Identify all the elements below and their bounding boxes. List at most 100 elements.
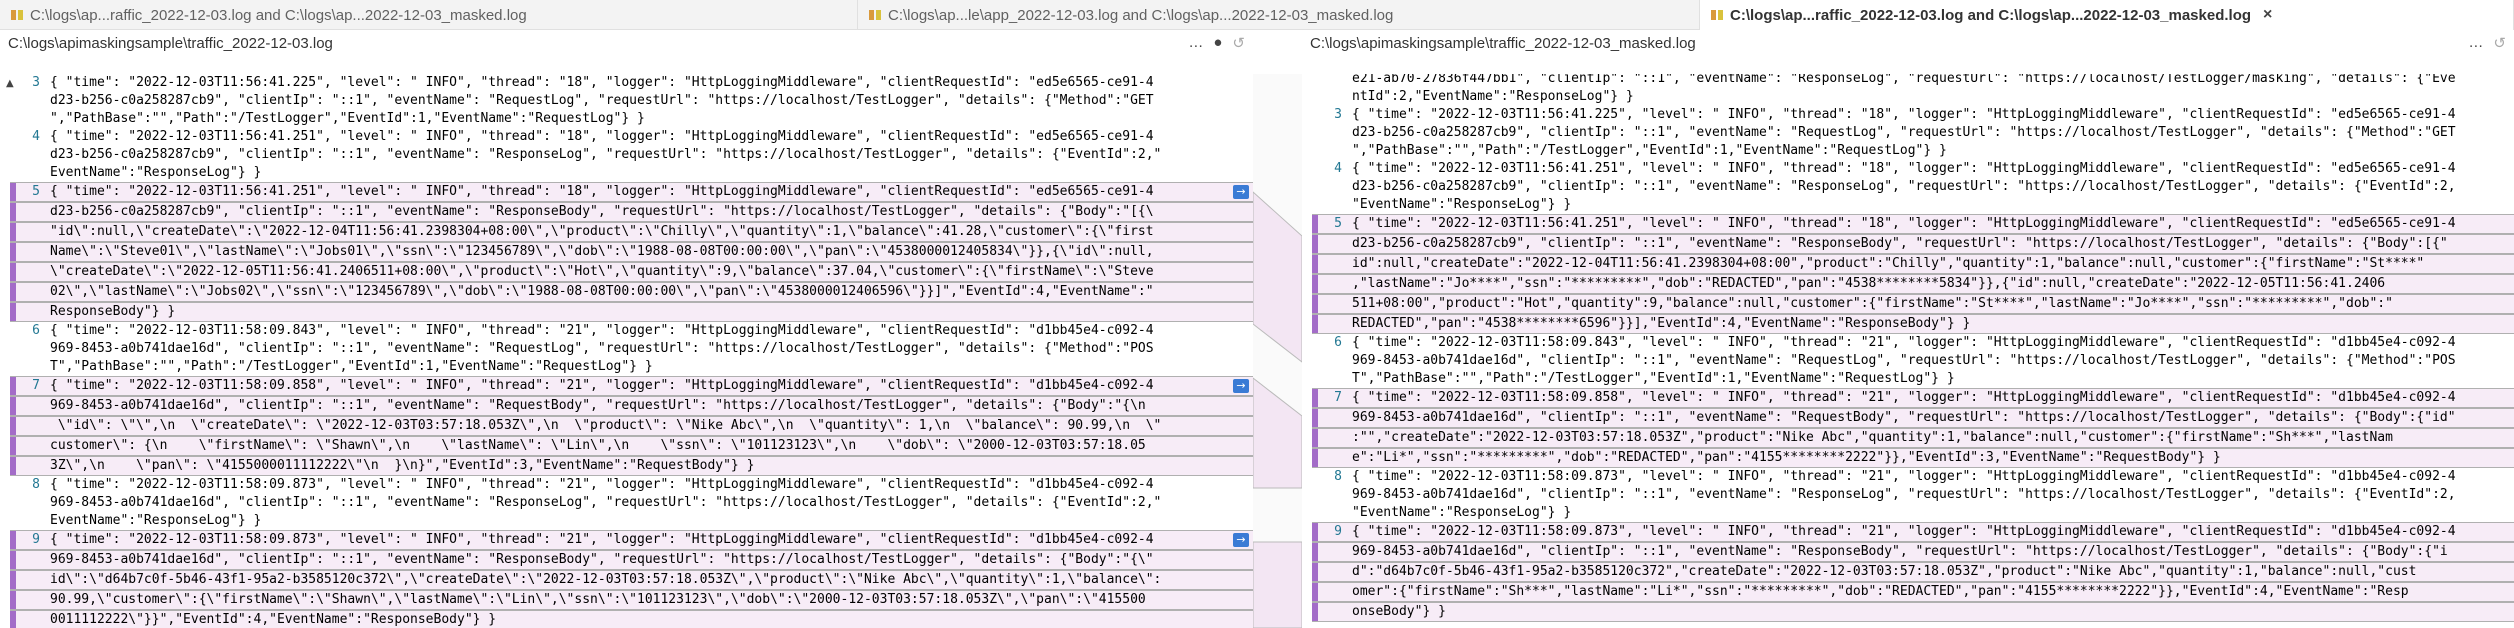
- copy-right-arrow-icon[interactable]: →: [1233, 379, 1249, 393]
- line-text: d":"d64b7c0f-5b46-43f1-95a2-b3585120c372…: [1352, 564, 2417, 579]
- more-actions-icon[interactable]: …: [1188, 34, 1203, 52]
- code-line[interactable]: "id\":null,\"createDate\":\"2022-12-04T1…: [10, 222, 1253, 242]
- code-line[interactable]: 0011112222\"}}","EventId":4,"EventName":…: [10, 610, 1253, 628]
- line-number: 3: [1334, 107, 1342, 122]
- copy-right-arrow-icon[interactable]: →: [1233, 533, 1249, 547]
- code-line[interactable]: 02\",\"lastName\":\"Jobs02\",\"ssn\":\"1…: [10, 282, 1253, 302]
- code-line[interactable]: d23-b256-c0a258287cb9", "clientIp": "::1…: [1312, 178, 2514, 196]
- code-line[interactable]: 969-8453-a0b741dae16d", "clientIp": "::1…: [10, 550, 1253, 570]
- line-text: { "time": "2022-12-03T11:56:41.225", "le…: [1352, 107, 2456, 122]
- line-number: [1312, 543, 1352, 561]
- code-line[interactable]: ,"lastName":"Jo****","ssn":"*********","…: [1312, 274, 2514, 294]
- code-line[interactable]: 4 { "time": "2022-12-03T11:56:41.251", "l…: [10, 128, 1253, 146]
- history-icon[interactable]: ↺: [1232, 34, 1245, 52]
- right-editor[interactable]: e21-ab70-27836f447bb1", "clientIp": "::1…: [1302, 74, 2514, 628]
- line-number: [1312, 178, 1352, 196]
- code-line[interactable]: \"id\": \"\",\n \"createDate\": \"2022-1…: [10, 416, 1253, 436]
- code-line[interactable]: T","PathBase":"","Path":"/TestLogger","E…: [1312, 370, 2514, 388]
- left-pane-actions: … ● ↺: [1188, 34, 1245, 52]
- code-line[interactable]: T","PathBase":"","Path":"/TestLogger","E…: [10, 358, 1253, 376]
- code-line[interactable]: 5{ "time": "2022-12-03T11:56:41.251", "l…: [1312, 214, 2514, 234]
- code-line[interactable]: ","PathBase":"","Path":"/TestLogger","Ev…: [10, 110, 1253, 128]
- code-line[interactable]: 3 { "time": "2022-12-03T11:56:41.225", "l…: [10, 74, 1253, 92]
- code-line[interactable]: "EventName":"ResponseLog"} }: [1312, 504, 2514, 522]
- code-line[interactable]: e21-ab70-27836f447bb1", "clientIp": "::1…: [1312, 74, 2514, 88]
- tab-compare-traffic-1[interactable]: C:\logs\ap...raffic_2022-12-03.log and C…: [0, 0, 858, 30]
- code-line[interactable]: 511+08:00","product":"Hot","quantity":9,…: [1312, 294, 2514, 314]
- left-editor[interactable]: ▲ 3{ "time": "2022-12-03T11:56:41.225", …: [0, 74, 1253, 628]
- line-number: [1312, 142, 1352, 160]
- code-line[interactable]: 7{ "time": "2022-12-03T11:58:09.858", "l…: [1312, 388, 2514, 408]
- code-line[interactable]: d23-b256-c0a258287cb9", "clientIp": "::1…: [10, 146, 1253, 164]
- code-line[interactable]: 969-8453-a0b741dae16d", "clientIp": "::1…: [1312, 408, 2514, 428]
- code-line[interactable]: 969-8453-a0b741dae16d", "clientIp": "::1…: [10, 494, 1253, 512]
- code-line[interactable]: ntId":2,"EventName":"ResponseLog"} }: [1312, 88, 2514, 106]
- tab-compare-app[interactable]: C:\logs\ap...le\app_2022-12-03.log and C…: [858, 0, 1700, 30]
- line-number: [10, 494, 50, 512]
- code-line[interactable]: REDACTED","pan":"4538********6596"}}],"E…: [1312, 314, 2514, 334]
- code-line[interactable]: 969-8453-a0b741dae16d", "clientIp": "::1…: [1312, 352, 2514, 370]
- code-line[interactable]: d23-b256-c0a258287cb9", "clientIp": "::1…: [10, 202, 1253, 222]
- code-line[interactable]: d23-b256-c0a258287cb9", "clientIp": "::1…: [1312, 234, 2514, 254]
- code-line[interactable]: id":null,"createDate":"2022-12-04T11:56:…: [1312, 254, 2514, 274]
- line-text: d23-b256-c0a258287cb9", "clientIp": "::1…: [50, 147, 1162, 162]
- line-text: T","PathBase":"","Path":"/TestLogger","E…: [1352, 371, 1955, 386]
- close-icon[interactable]: ×: [2263, 6, 2272, 24]
- code-line[interactable]: 5{ "time": "2022-12-03T11:56:41.251", "l…: [10, 182, 1253, 202]
- code-line[interactable]: EventName":"ResponseLog"} }: [10, 164, 1253, 182]
- code-line[interactable]: 9{ "time": "2022-12-03T11:58:09.873", "l…: [10, 530, 1253, 550]
- code-line[interactable]: \"createDate\":\"2022-12-05T11:56:41.240…: [10, 262, 1253, 282]
- line-number: [1312, 352, 1352, 370]
- code-line[interactable]: 9{ "time": "2022-12-03T11:58:09.873", "l…: [1312, 522, 2514, 542]
- code-line[interactable]: d":"d64b7c0f-5b46-43f1-95a2-b3585120c372…: [1312, 562, 2514, 582]
- code-line[interactable]: e":"Li*","ssn":"*********","dob":"REDACT…: [1312, 448, 2514, 468]
- code-line[interactable]: 4 { "time": "2022-12-03T11:56:41.251", "l…: [1312, 160, 2514, 178]
- line-text: \"id\": \"\",\n \"createDate\": \"2022-1…: [50, 418, 1162, 433]
- line-text: ","PathBase":"","Path":"/TestLogger","Ev…: [1352, 143, 1947, 158]
- code-line[interactable]: d23-b256-c0a258287cb9", "clientIp": "::1…: [1312, 124, 2514, 142]
- changes-indicator-icon: ●: [1213, 34, 1223, 51]
- history-icon[interactable]: ↺: [2493, 34, 2506, 52]
- code-line[interactable]: ResponseBody"} }: [10, 302, 1253, 322]
- code-line[interactable]: 969-8453-a0b741dae16d", "clientIp": "::1…: [10, 340, 1253, 358]
- line-number: 4: [1334, 161, 1342, 176]
- line-text: { "time": "2022-12-03T11:58:09.873", "le…: [50, 532, 1154, 547]
- code-line[interactable]: 7{ "time": "2022-12-03T11:58:09.858", "l…: [10, 376, 1253, 396]
- line-text: { "time": "2022-12-03T11:56:41.251", "le…: [1352, 216, 2456, 231]
- code-line[interactable]: 969-8453-a0b741dae16d", "clientIp": "::1…: [1312, 542, 2514, 562]
- code-line[interactable]: customer\": {\n \"firstName\": \"Shawn\"…: [10, 436, 1253, 456]
- code-line[interactable]: 8 { "time": "2022-12-03T11:58:09.873", "l…: [10, 476, 1253, 494]
- line-number: [10, 340, 50, 358]
- line-number: [10, 203, 50, 221]
- line-text: 511+08:00","product":"Hot","quantity":9,…: [1352, 296, 2393, 311]
- code-line[interactable]: 3 { "time": "2022-12-03T11:56:41.225", "l…: [1312, 106, 2514, 124]
- code-line[interactable]: Name\":\"Steve01\",\"lastName\":\"Jobs01…: [10, 242, 1253, 262]
- code-line[interactable]: 3Z\",\n \"pan\": \"4155000011112222\"\n …: [10, 456, 1253, 476]
- code-line[interactable]: onseBody"} }: [1312, 602, 2514, 622]
- line-text: 02\",\"lastName\":\"Jobs02\",\"ssn\":\"1…: [50, 284, 1154, 299]
- line-text: 969-8453-a0b741dae16d", "clientIp": "::1…: [1352, 410, 2456, 425]
- line-number: 5: [1312, 215, 1352, 233]
- code-line[interactable]: "EventName":"ResponseLog"} }: [1312, 196, 2514, 214]
- line-number: [1312, 255, 1352, 273]
- code-line[interactable]: 6 { "time": "2022-12-03T11:58:09.843", "l…: [10, 322, 1253, 340]
- line-number: [10, 397, 50, 415]
- line-text: 969-8453-a0b741dae16d", "clientIp": "::1…: [1352, 353, 2456, 368]
- code-line[interactable]: EventName":"ResponseLog"} }: [10, 512, 1253, 530]
- code-line[interactable]: 969-8453-a0b741dae16d", "clientIp": "::1…: [10, 396, 1253, 416]
- code-line[interactable]: ","PathBase":"","Path":"/TestLogger","Ev…: [1312, 142, 2514, 160]
- code-line[interactable]: 969-8453-a0b741dae16d", "clientIp": "::1…: [1312, 486, 2514, 504]
- code-line[interactable]: 90.99,\"customer\":{\"firstName\":\"Shaw…: [10, 590, 1253, 610]
- code-line[interactable]: :"","createDate":"2022-12-03T03:57:18.05…: [1312, 428, 2514, 448]
- line-text: onseBody"} }: [1352, 604, 1446, 619]
- code-line[interactable]: id\":\"d64b7c0f-5b46-43f1-95a2-b3585120c…: [10, 570, 1253, 590]
- line-number: [1312, 429, 1352, 447]
- code-line[interactable]: 8 { "time": "2022-12-03T11:58:09.873", "l…: [1312, 468, 2514, 486]
- tab-compare-traffic-active[interactable]: C:\logs\ap...raffic_2022-12-03.log and C…: [1700, 0, 2514, 30]
- more-actions-icon[interactable]: …: [2468, 34, 2483, 52]
- code-line[interactable]: omer":{"firstName":"Sh***","lastName":"L…: [1312, 582, 2514, 602]
- line-text: id\":\"d64b7c0f-5b46-43f1-95a2-b3585120c…: [50, 572, 1162, 587]
- code-line[interactable]: 6 { "time": "2022-12-03T11:58:09.843", "l…: [1312, 334, 2514, 352]
- code-line[interactable]: d23-b256-c0a258287cb9", "clientIp": "::1…: [10, 92, 1253, 110]
- copy-right-arrow-icon[interactable]: →: [1233, 185, 1249, 199]
